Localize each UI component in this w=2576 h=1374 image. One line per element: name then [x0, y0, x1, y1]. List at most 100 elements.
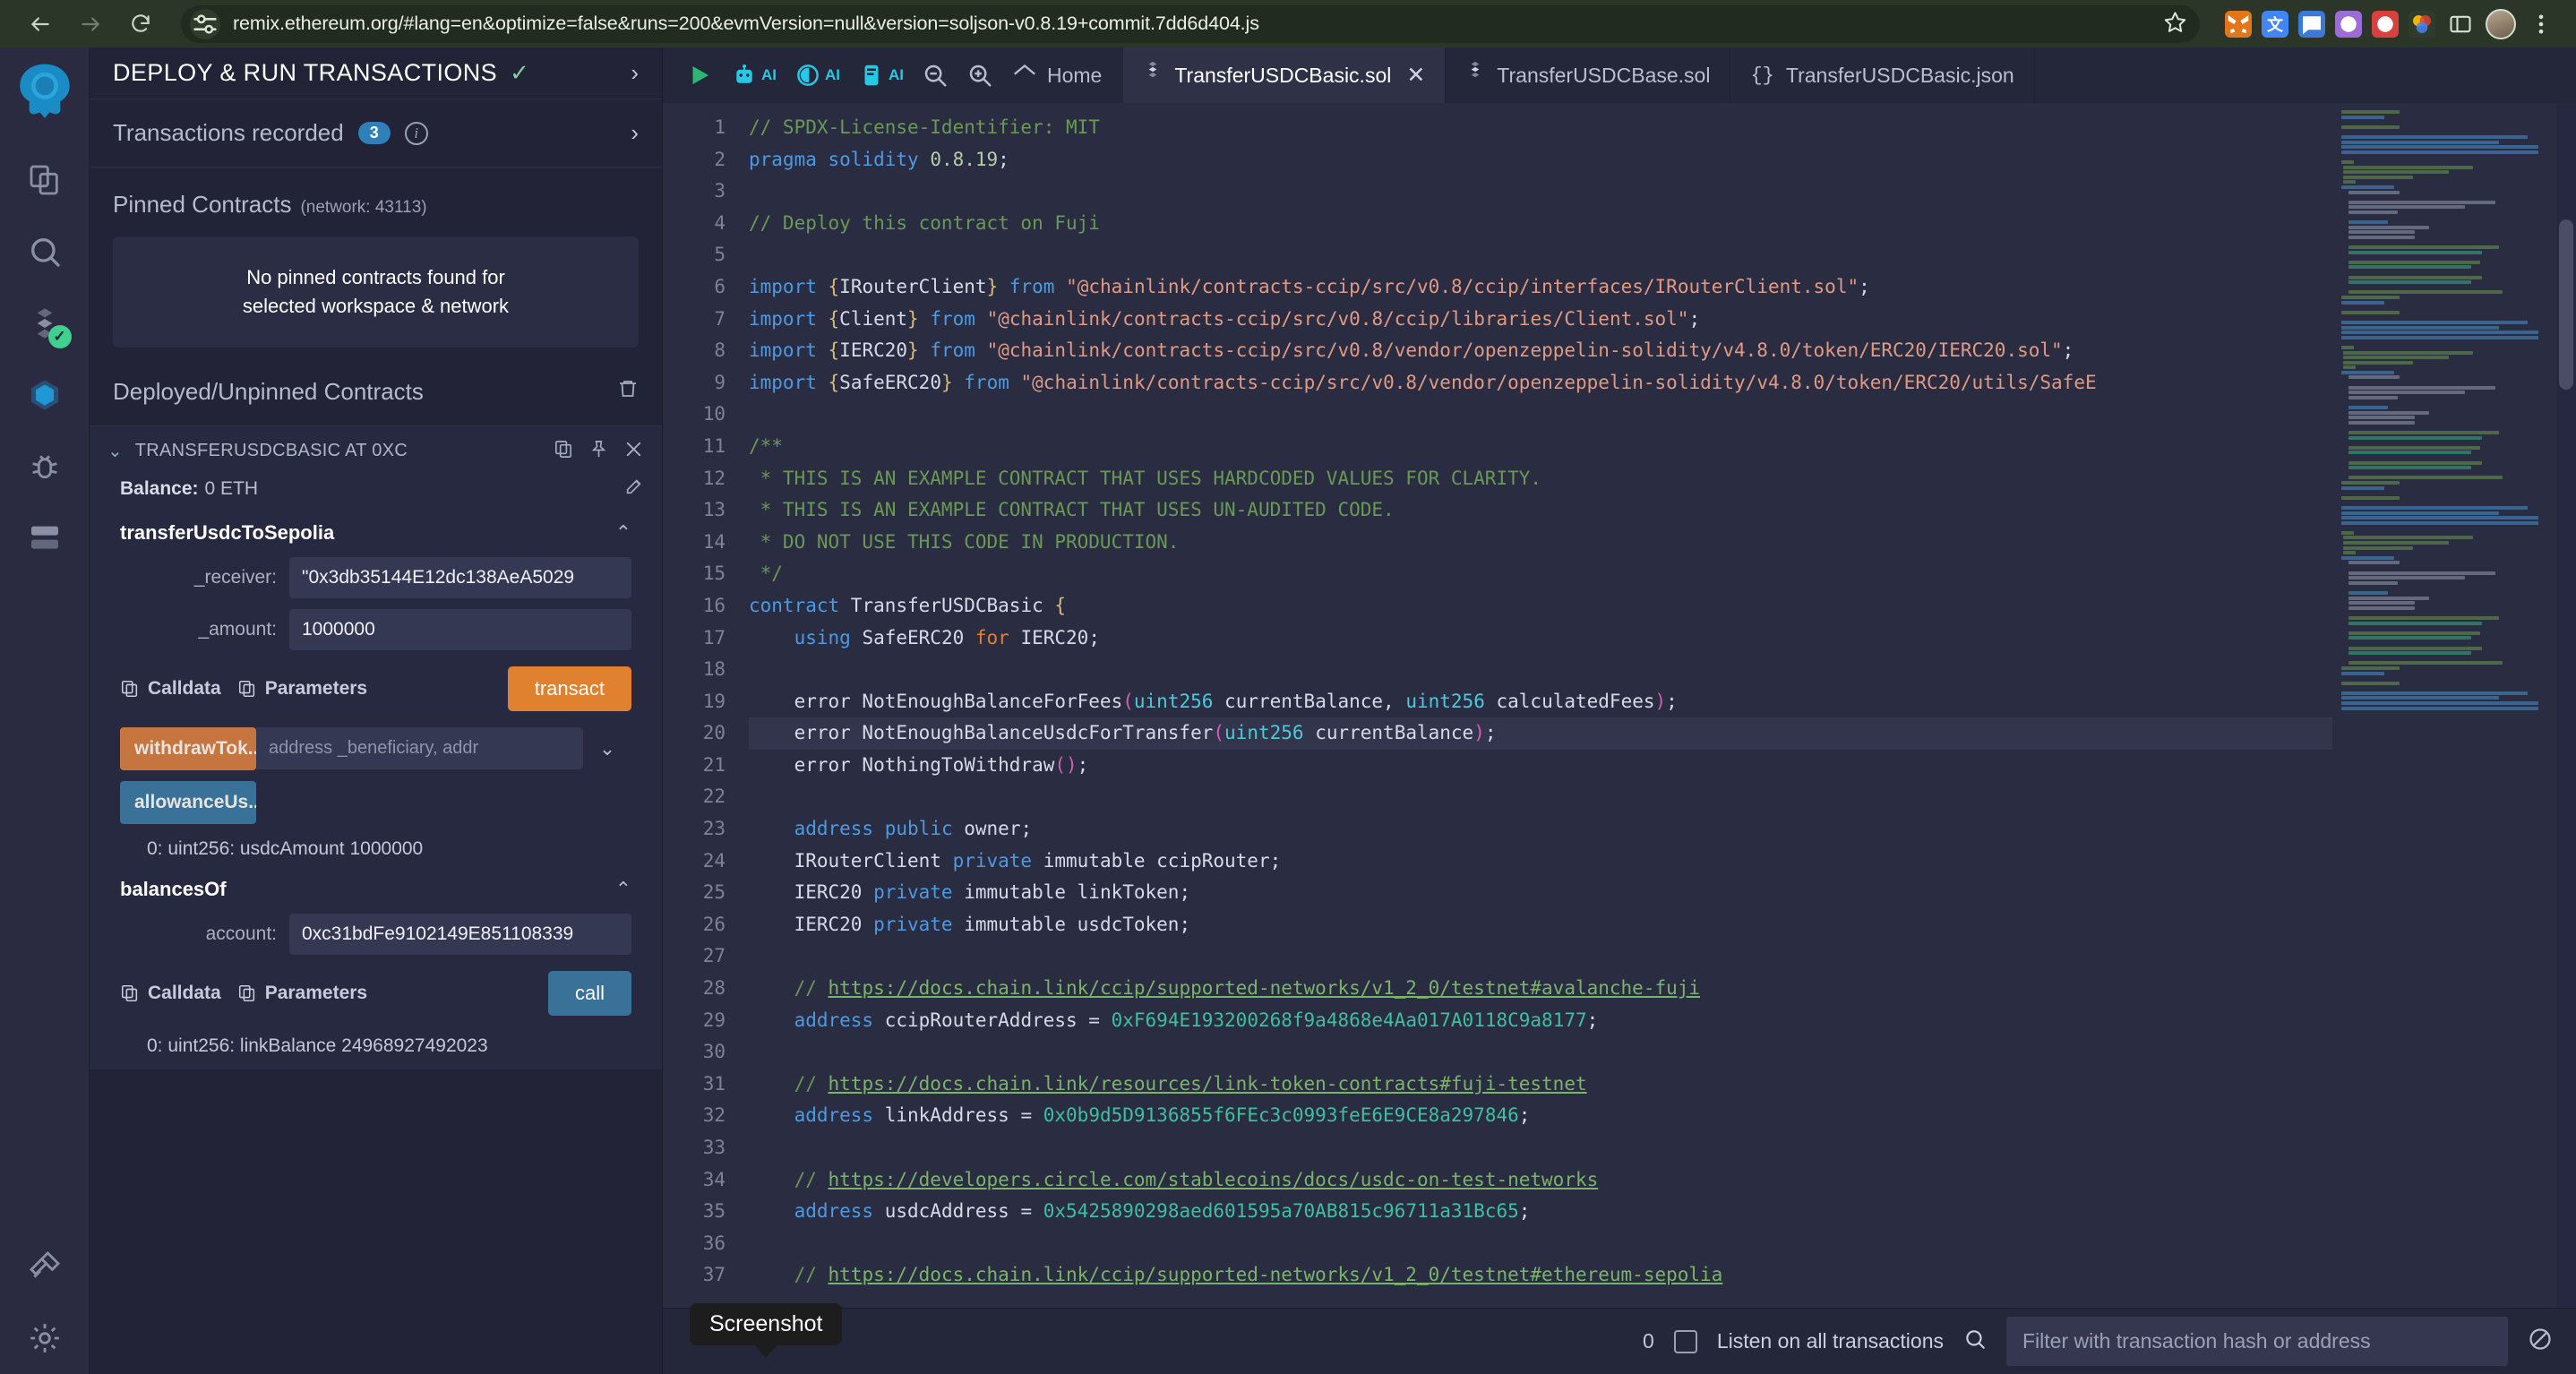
tab-TransferUSDCBasic-sol[interactable]: TransferUSDCBasic.sol ✕: [1123, 47, 1447, 103]
sidebar-item-deploy-run[interactable]: [10, 359, 80, 431]
eye-ai-icon[interactable]: AI: [794, 62, 840, 89]
ban-icon[interactable]: [2528, 1327, 2553, 1356]
screenshot-tooltip: Screenshot: [690, 1303, 843, 1345]
chevron-right-icon[interactable]: ›: [631, 59, 639, 87]
panel-header: DEPLOY & RUN TRANSACTIONS ✓ ›: [90, 47, 662, 99]
withdraw-token-args-input[interactable]: [256, 727, 583, 770]
reload-button[interactable]: [120, 4, 161, 45]
plugin-icon-rail: ✓: [0, 47, 90, 1374]
purple-extension-icon[interactable]: [2335, 10, 2362, 38]
chevron-up-icon[interactable]: ⌃: [615, 521, 631, 545]
close-icon[interactable]: ✕: [1406, 62, 1425, 89]
run-script-icon[interactable]: [686, 62, 713, 89]
remix-ide: ✓ DEPLOY & RUN TRANSACTIONS ✓ › Transact…: [0, 47, 2576, 1374]
pinned-contracts-network: (network: 43113): [300, 198, 427, 217]
chevron-down-icon[interactable]: ⌄: [107, 440, 123, 462]
function-title-row[interactable]: transferUsdcToSepolia ⌃: [107, 512, 644, 552]
function-action-row: Calldata Parameters transact: [107, 656, 644, 722]
tab-label: TransferUSDCBasic.sol: [1174, 63, 1392, 87]
tab-TransferUSDCBase-sol[interactable]: TransferUSDCBase.sol: [1446, 47, 1731, 103]
listen-all-transactions-checkbox[interactable]: [1673, 1329, 1697, 1353]
copy-icon[interactable]: [554, 439, 574, 464]
code-content[interactable]: // SPDX-License-Identifier: MIT pragma so…: [740, 103, 2576, 1308]
contract-header[interactable]: ⌄ TRANSFERUSDCBASIC AT 0XC: [90, 426, 662, 473]
chevron-up-icon-2[interactable]: ⌃: [615, 878, 631, 901]
info-icon[interactable]: i: [404, 121, 428, 145]
withdraw-token-button[interactable]: withdrawTok...: [120, 726, 256, 770]
pinned-contracts-label: Pinned Contracts: [113, 191, 292, 218]
input-amount[interactable]: [289, 608, 631, 650]
code-editor-area: AI AI AI Home TransferUSDCBasic.sol ✕ Tr…: [663, 47, 2576, 1374]
page-title: DEPLOY & RUN TRANSACTIONS: [113, 59, 498, 86]
transactions-recorded-row[interactable]: Transactions recorded 3 i ›: [90, 99, 662, 167]
function-balancesOf: balancesOf ⌃ account: Calldata Parameter…: [90, 869, 662, 1066]
input-account[interactable]: [289, 913, 631, 955]
home-icon[interactable]: Home: [1011, 62, 1102, 89]
close-icon[interactable]: [623, 439, 644, 464]
sidebar-item-file-explorer[interactable]: [10, 144, 80, 216]
bookmark-star-icon[interactable]: [2163, 10, 2187, 39]
scrollbar-thumb[interactable]: [2559, 219, 2573, 390]
editor-tabbar: AI AI AI Home TransferUSDCBasic.sol ✕ Tr…: [663, 47, 2576, 103]
listen-all-transactions-label: Listen on all transactions: [1716, 1329, 1944, 1353]
translate-extension-icon[interactable]: 文: [2262, 10, 2288, 38]
copy-calldata-button-2[interactable]: Calldata: [120, 983, 221, 1004]
sidebar-item-plugins[interactable]: [10, 1231, 80, 1302]
zoom-out-icon[interactable]: [922, 62, 949, 89]
calldata-label-2: Calldata: [148, 982, 221, 1003]
site-settings-icon[interactable]: [190, 8, 220, 39]
zoom-in-icon[interactable]: [966, 62, 993, 89]
sidebar-item-solidity-compiler[interactable]: ✓: [10, 288, 80, 359]
call-button[interactable]: call: [547, 970, 631, 1016]
pin-icon[interactable]: [588, 439, 609, 464]
sidebar-item-settings[interactable]: [10, 1302, 80, 1374]
transact-button[interactable]: transact: [507, 666, 631, 711]
colorful-extension-icon[interactable]: [2409, 10, 2435, 38]
editor-body: 1 2 3 4 5 6 7 8 9 10 11 12 13 14 15 16 17 18 19 20 21 22 23 24 2…: [663, 103, 2576, 1308]
terminal-status-bar: ⌃ 0 Listen on all transactions: [663, 1308, 2576, 1374]
trash-icon[interactable]: [617, 378, 639, 406]
function-title-row-2[interactable]: balancesOf ⌃: [107, 869, 644, 908]
function-name: transferUsdcToSepolia: [120, 520, 335, 544]
sidebar-item-search[interactable]: [10, 216, 80, 288]
editor-vertical-scrollbar[interactable]: [2556, 103, 2576, 1308]
field-label-receiver: _receiver:: [193, 566, 277, 588]
ai-label-1: AI: [761, 66, 777, 83]
input-receiver[interactable]: [289, 556, 631, 598]
pinned-empty-line2: selected workspace & network: [242, 294, 510, 317]
check-icon[interactable]: ✓: [510, 59, 529, 87]
sidebar-item-debugger[interactable]: [10, 431, 80, 502]
copilot-ai-icon[interactable]: AI: [858, 62, 904, 89]
editor-minimap[interactable]: [2332, 103, 2556, 1308]
transaction-filter-input[interactable]: [2006, 1317, 2508, 1366]
tab-TransferUSDCBasic-json[interactable]: {} TransferUSDCBasic.json: [1730, 47, 2035, 103]
blue-extension-icon[interactable]: [2298, 10, 2325, 38]
search-icon[interactable]: [1963, 1327, 1987, 1355]
back-button[interactable]: [20, 4, 61, 45]
address-bar[interactable]: remix.ethereum.org/#lang=en&optimize=fal…: [181, 4, 2200, 43]
sidebar-item-plugin-manager[interactable]: [10, 502, 80, 574]
allowance-usdc-button[interactable]: allowanceUs...: [120, 780, 256, 824]
robot-ai-icon[interactable]: AI: [731, 62, 777, 89]
function-transferUsdcToSepolia: transferUsdcToSepolia ⌃ _receiver: _amou…: [90, 512, 662, 722]
copy-calldata-button[interactable]: Calldata: [120, 678, 221, 700]
extensions-puzzle-icon[interactable]: [2445, 9, 2476, 39]
inline-functions: withdrawTok... ⌄ allowanceUs... 0: uint2…: [90, 722, 662, 869]
remix-logo[interactable]: [12, 60, 78, 126]
chevron-down-icon-withdraw[interactable]: ⌄: [583, 737, 631, 760]
metamask-extension-icon[interactable]: [2225, 10, 2252, 38]
url-text: remix.ethereum.org/#lang=en&optimize=fal…: [233, 13, 1259, 34]
tab-label: TransferUSDCBasic.json: [1785, 63, 2014, 87]
expand-chevron-icon[interactable]: ›: [631, 119, 639, 147]
field-row-amount: _amount:: [107, 604, 644, 656]
copy-parameters-button-2[interactable]: Parameters: [237, 983, 367, 1004]
edit-icon[interactable]: [624, 477, 644, 502]
deployed-contracts-header: Deployed/Unpinned Contracts: [90, 348, 662, 415]
browser-menu-icon[interactable]: [2526, 9, 2556, 39]
deployed-contracts-label: Deployed/Unpinned Contracts: [113, 377, 424, 405]
profile-avatar[interactable]: [2486, 8, 2516, 39]
forward-button[interactable]: [70, 4, 111, 45]
red-extension-icon[interactable]: [2372, 10, 2399, 38]
deployed-contract-instance: ⌄ TRANSFERUSDCBASIC AT 0XC Balance: 0 ET…: [90, 425, 662, 1069]
copy-parameters-button[interactable]: Parameters: [237, 678, 367, 700]
